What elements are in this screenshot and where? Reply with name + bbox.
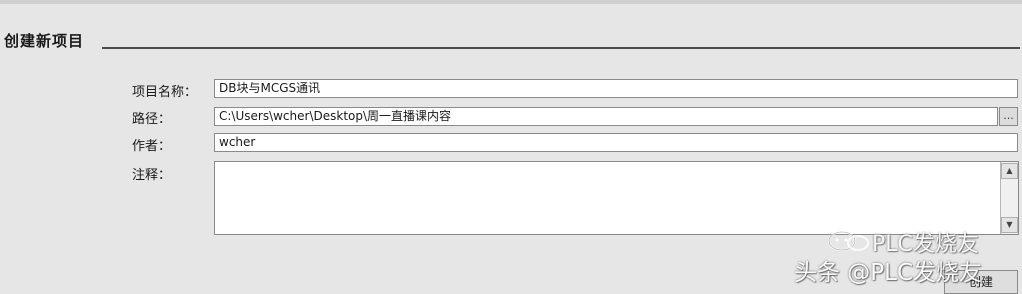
browse-button[interactable]: ... [999,107,1018,126]
author-input[interactable]: wcher [214,133,1018,152]
comment-label: 注释： [132,168,172,183]
section-divider [102,47,1020,49]
path-label: 路径： [132,112,172,127]
author-label: 作者： [132,139,172,154]
path-input[interactable]: C:\Users\wcher\Desktop\周一直播课内容 [214,107,998,126]
scroll-up-icon[interactable]: ▲ [1001,163,1018,179]
comment-scrollbar[interactable]: ▲ ▼ [1000,162,1018,234]
wechat-logo-icon [828,231,869,251]
comment-textarea[interactable]: ▲ ▼ [214,161,1019,235]
watermark-text-secondary: 头条 @PLC发烧友 [794,260,983,286]
top-border-strip [0,0,1022,4]
project-name-input[interactable]: DB块与MCGS通讯 [214,79,1018,98]
section-title: 创建新项目 [4,32,85,50]
project-name-label: 项目名称： [132,85,198,100]
scroll-down-icon[interactable]: ▼ [1001,217,1018,233]
